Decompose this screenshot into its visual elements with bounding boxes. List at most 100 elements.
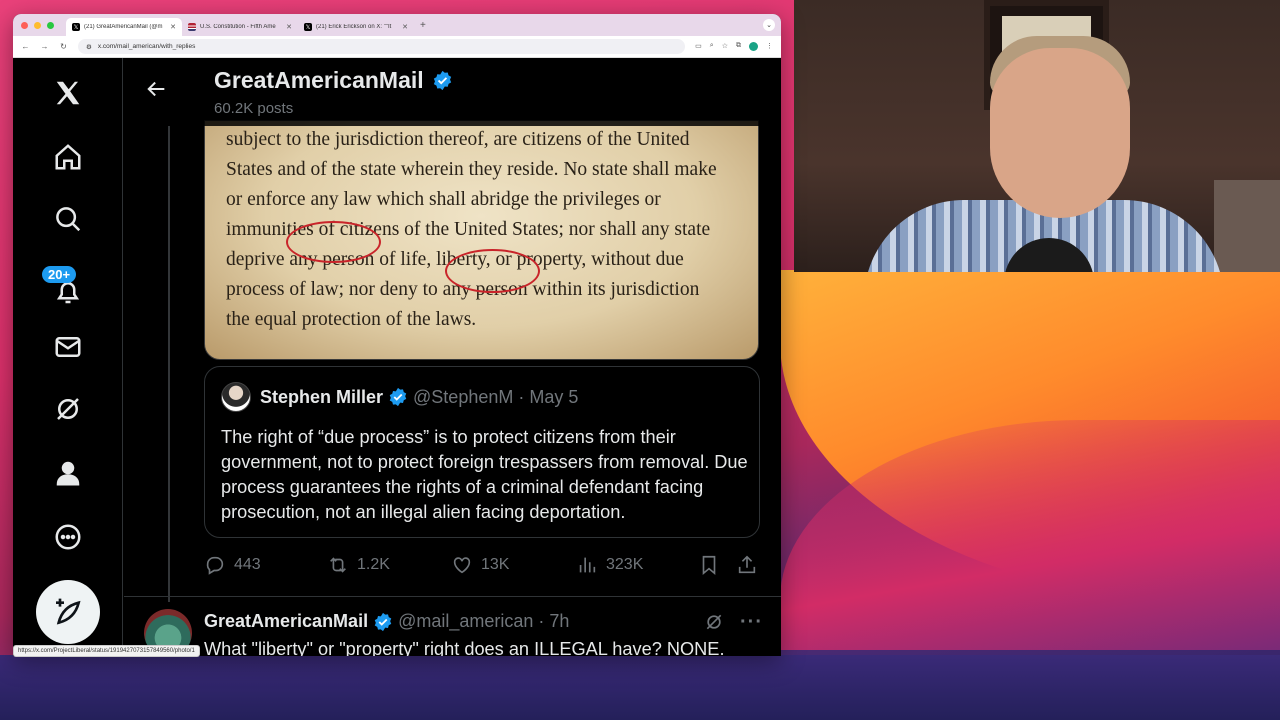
cast-icon[interactable]: ▭ — [695, 42, 702, 51]
back-button[interactable] — [146, 78, 168, 100]
back-arrow-icon[interactable]: ← — [21, 42, 30, 51]
like-button[interactable]: 13K — [451, 554, 509, 576]
like-count: 13K — [481, 556, 510, 573]
x-logo-icon — [56, 81, 80, 105]
browser-tab-1[interactable]: 𝕏 (21) GreatAmericanMail (@m ✕ — [66, 18, 182, 36]
repost-button[interactable]: 1.2K — [327, 554, 390, 576]
next-post-header: GreatAmericanMail @mail_american · 7h — [204, 611, 569, 632]
mail-icon — [55, 337, 81, 357]
nav-more[interactable] — [49, 518, 87, 556]
minimize-window-button[interactable] — [34, 21, 41, 29]
close-window-button[interactable] — [21, 21, 28, 29]
doc-line: the equal protection of the laws. — [226, 309, 477, 330]
search-icon — [56, 207, 81, 232]
nav-explore[interactable] — [49, 200, 87, 238]
profile-icon — [56, 461, 80, 486]
desktop-wallpaper-bottom — [0, 655, 1280, 720]
red-circle-annotation — [445, 249, 540, 293]
doc-line: or enforce any law which shall abridge t… — [226, 189, 661, 210]
presenter-face — [990, 48, 1130, 218]
next-post-text: What "liberty" or "property" right does … — [204, 639, 725, 656]
views-button[interactable]: 323K — [576, 554, 643, 576]
next-post-author-handle[interactable]: @mail_american — [398, 611, 533, 632]
share-icon — [738, 555, 756, 574]
views-chart-icon — [579, 557, 596, 573]
tab-bar: 𝕏 (21) GreatAmericanMail (@m ✕ U.S. Cons… — [13, 14, 781, 36]
tab-search-chevron-icon[interactable]: ⌄ — [763, 19, 775, 31]
tab-title: (21) Erick Erickson on X: ""It — [316, 24, 392, 30]
profile-avatar[interactable] — [749, 42, 758, 51]
bookmark-icon — [702, 555, 716, 576]
browser-tab-2[interactable]: U.S. Constitution - Fifth Ame ✕ — [182, 18, 298, 36]
zoom-icon[interactable]: ⌕ — [710, 42, 714, 51]
more-circle-icon — [55, 524, 81, 550]
quoted-author-handle[interactable]: @StephenM — [413, 387, 513, 408]
back-arrow-icon — [147, 81, 165, 97]
post-action-bar: 443 1.2K 13K 323K — [204, 554, 760, 578]
quoted-post-header: Stephen Miller @StephenM · May 5 — [221, 382, 578, 412]
more-options-icon[interactable]: ··· — [740, 612, 763, 632]
share-button[interactable] — [736, 554, 758, 576]
next-post-author-name[interactable]: GreatAmericanMail — [204, 611, 368, 632]
reply-icon — [206, 556, 224, 575]
bookmark-star-icon[interactable]: ☆ — [722, 42, 728, 51]
x-home-logo[interactable] — [49, 74, 87, 112]
left-navigation: 20+ — [13, 58, 123, 656]
next-post-menu: ··· — [704, 612, 763, 632]
feather-plus-icon — [56, 598, 81, 625]
window-controls — [21, 21, 54, 29]
doc-line: States and of the state wherein they res… — [226, 159, 717, 180]
url-input[interactable]: ⚙ x.com/mail_american/with_replies — [78, 39, 686, 54]
extensions-icon[interactable]: ⧉ — [736, 42, 741, 51]
browser-tab-3[interactable]: 𝕏 (21) Erick Erickson on X: ""It ✕ — [298, 18, 414, 36]
nav-home[interactable] — [49, 138, 87, 176]
reload-icon[interactable]: ↻ — [59, 42, 68, 51]
doc-line: subject to the jurisdiction thereof, are… — [226, 129, 690, 150]
bookmark-button[interactable] — [698, 554, 720, 576]
tab-title: (21) GreatAmericanMail (@m — [84, 24, 163, 30]
next-post-time[interactable]: · 7h — [538, 611, 569, 632]
grok-icon[interactable] — [704, 612, 724, 632]
forward-arrow-icon[interactable]: → — [40, 42, 49, 51]
home-icon — [55, 144, 81, 170]
avatar[interactable] — [221, 382, 251, 412]
verified-badge-icon — [389, 387, 407, 407]
quoted-post-date[interactable]: · May 5 — [518, 387, 578, 408]
compose-post-button[interactable] — [36, 580, 100, 644]
verified-badge-icon — [433, 70, 451, 91]
nav-profile[interactable] — [49, 454, 87, 492]
heart-icon — [453, 557, 471, 574]
flag-icon — [188, 23, 196, 31]
views-count: 323K — [606, 556, 644, 573]
nav-messages[interactable] — [49, 328, 87, 366]
quoted-post-card[interactable]: Stephen Miller @StephenM · May 5 The rig… — [204, 366, 760, 538]
close-tab-icon[interactable]: ✕ — [170, 23, 176, 31]
address-bar-actions: ▭ ⌕ ☆ ⧉ ⋮ — [695, 42, 773, 51]
reply-button[interactable]: 443 — [204, 554, 261, 576]
next-post[interactable]: GreatAmericanMail @mail_american · 7h ··… — [124, 596, 781, 656]
tab-title: U.S. Constitution - Fifth Ame — [200, 24, 276, 30]
maximize-window-button[interactable] — [47, 21, 54, 29]
new-tab-button[interactable]: + — [420, 20, 426, 31]
verified-badge-icon — [374, 612, 392, 631]
quoted-post-text: The right of “due process” is to protect… — [221, 427, 748, 522]
quoted-author-name[interactable]: Stephen Miller — [260, 387, 383, 408]
thread-connector-line — [168, 126, 170, 602]
close-tab-icon[interactable]: ✕ — [402, 23, 408, 31]
x-logo-icon: 𝕏 — [304, 23, 312, 31]
close-tab-icon[interactable]: ✕ — [286, 23, 292, 31]
repost-icon — [330, 557, 346, 573]
profile-name: GreatAmericanMail — [214, 67, 453, 94]
repost-count: 1.2K — [357, 556, 390, 573]
x-logo-icon: 𝕏 — [72, 23, 80, 31]
profile-name-text: GreatAmericanMail — [214, 67, 424, 93]
browser-menu-icon[interactable]: ⋮ — [766, 42, 773, 51]
notifications-badge: 20+ — [42, 266, 77, 283]
browser-window: 𝕏 (21) GreatAmericanMail (@m ✕ U.S. Cons… — [13, 14, 781, 656]
x-app: 20+ GreatAmericanMail 60.2K posts subjec… — [13, 58, 781, 656]
background-lamp — [1214, 180, 1280, 272]
site-info-icon[interactable]: ⚙ — [86, 43, 92, 51]
nav-grok[interactable] — [49, 390, 87, 428]
grok-icon — [57, 398, 79, 420]
post-image-constitution[interactable]: subject to the jurisdiction thereof, are… — [204, 120, 759, 360]
